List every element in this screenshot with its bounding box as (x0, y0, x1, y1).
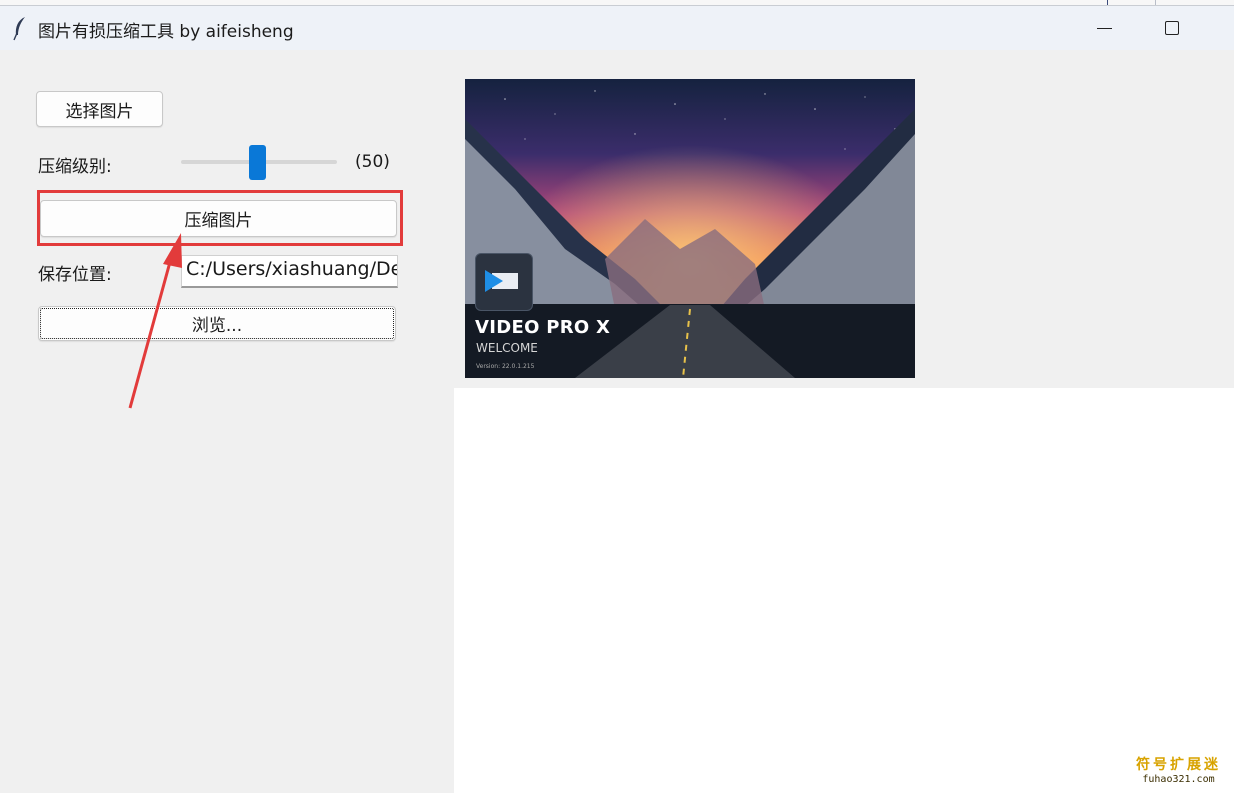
title-bar: 图片有损压缩工具 by aifeisheng (0, 6, 1234, 50)
compression-slider-thumb[interactable] (249, 145, 266, 180)
play-film-icon (485, 270, 518, 292)
edge-mark (1155, 0, 1156, 5)
save-location-label: 保存位置: (38, 265, 112, 285)
window-title: 图片有损压缩工具 by aifeisheng (38, 22, 294, 42)
edge-mark (1107, 0, 1108, 5)
annotation-highlight-box (37, 190, 403, 246)
browse-button[interactable]: 浏览... (38, 306, 396, 341)
preview-title: VIDEO PRO X (475, 317, 611, 338)
preview-canvas (454, 388, 1234, 793)
maximize-icon (1165, 21, 1179, 35)
minimize-icon (1096, 27, 1112, 29)
feather-icon (13, 17, 25, 41)
maximize-button[interactable] (1144, 12, 1200, 44)
select-image-button[interactable]: 选择图片 (36, 91, 163, 127)
compression-level-label: 压缩级别: (38, 157, 112, 177)
preview-subtitle: WELCOME (476, 341, 538, 355)
minimize-button[interactable] (1076, 12, 1132, 44)
watermark-title: 符号扩展迷 (1136, 757, 1221, 773)
preview-version: Version: 22.0.1.215 (476, 363, 535, 370)
compression-level-value: (50) (355, 152, 390, 172)
site-watermark: 符号扩展迷 fuhao321.com (1136, 754, 1221, 785)
watermark-url: fuhao321.com (1142, 774, 1215, 785)
save-path-input[interactable]: C:/Users/xiashuang/Des (181, 255, 398, 288)
video-pro-x-logo (475, 253, 533, 311)
preview-image: VIDEO PRO X WELCOME Version: 22.0.1.215 (465, 79, 915, 378)
